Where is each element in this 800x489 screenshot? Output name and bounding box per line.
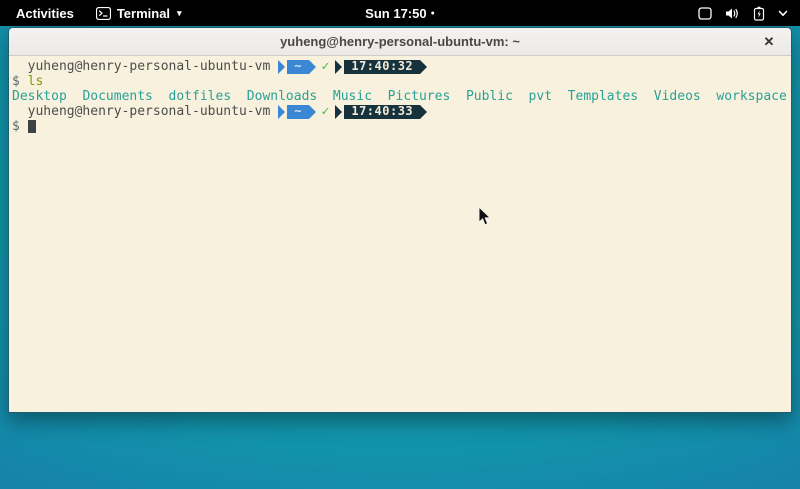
close-button[interactable]: ✕ bbox=[759, 32, 779, 52]
prompt-user: yuheng@henry-personal-ubuntu-vm bbox=[28, 104, 271, 119]
directory-name: Downloads bbox=[247, 89, 317, 104]
window-title: yuheng@henry-personal-ubuntu-vm: ~ bbox=[280, 34, 520, 49]
prompt-time: 17:40:32 bbox=[344, 60, 420, 74]
prompt-time: 17:40:33 bbox=[344, 105, 420, 119]
directory-name: Documents bbox=[82, 89, 152, 104]
terminal-icon bbox=[96, 7, 111, 20]
app-menu-button[interactable]: Terminal ▾ bbox=[96, 6, 182, 21]
directory-name: Templates bbox=[568, 89, 638, 104]
powerline-arrow-icon bbox=[278, 60, 285, 74]
powerline-arrow-icon bbox=[335, 60, 342, 74]
powerline-arrow-icon bbox=[309, 60, 316, 74]
text-cursor bbox=[28, 120, 36, 133]
app-menu-label: Terminal bbox=[117, 6, 170, 21]
directory-name: dotfiles bbox=[169, 89, 232, 104]
directory-name: Pictures bbox=[388, 89, 451, 104]
ls-output-line: Desktop Documents dotfiles Downloads Mus… bbox=[12, 89, 791, 104]
path-segment: ~ bbox=[278, 105, 315, 119]
prompt-line: yuheng@henry-personal-ubuntu-vm ~ ✓ 17:4… bbox=[12, 59, 791, 74]
directory-name: Videos bbox=[654, 89, 701, 104]
system-tray-button[interactable] bbox=[698, 0, 792, 26]
chevron-down-icon: ▾ bbox=[177, 8, 182, 19]
input-line: $ bbox=[12, 119, 791, 134]
title-bar[interactable]: yuheng@henry-personal-ubuntu-vm: ~ ✕ bbox=[9, 28, 791, 56]
status-check-icon: ✓ bbox=[322, 104, 330, 119]
powerline-arrow-icon bbox=[420, 105, 427, 119]
prompt-dollar: $ bbox=[12, 74, 20, 89]
top-bar: Activities Terminal ▾ Sun 17:50 ● bbox=[0, 0, 800, 26]
directory-name: Desktop bbox=[12, 89, 67, 104]
volume-icon bbox=[725, 7, 740, 20]
command-text: ls bbox=[28, 74, 44, 89]
directory-name: workspace bbox=[716, 89, 786, 104]
prompt-cwd: ~ bbox=[287, 105, 308, 119]
time-segment: 17:40:33 bbox=[335, 105, 427, 119]
prompt-dollar: $ bbox=[12, 119, 20, 134]
directory-name: Music bbox=[333, 89, 372, 104]
terminal-screen[interactable]: yuheng@henry-personal-ubuntu-vm ~ ✓ 17:4… bbox=[9, 56, 791, 413]
activities-button[interactable]: Activities bbox=[12, 4, 78, 23]
terminal-window: yuheng@henry-personal-ubuntu-vm: ~ ✕ yuh… bbox=[8, 27, 792, 413]
command-line: $ ls bbox=[12, 74, 791, 89]
powerline-arrow-icon bbox=[309, 105, 316, 119]
time-segment: 17:40:32 bbox=[335, 60, 427, 74]
clock-button[interactable]: Sun 17:50 ● bbox=[365, 6, 435, 21]
prompt-cwd: ~ bbox=[287, 60, 308, 74]
prompt-line: yuheng@henry-personal-ubuntu-vm ~ ✓ 17:4… bbox=[12, 104, 791, 119]
chevron-down-icon bbox=[778, 10, 788, 17]
prompt-user: yuheng@henry-personal-ubuntu-vm bbox=[28, 59, 271, 74]
notification-dot: ● bbox=[431, 10, 435, 17]
path-segment: ~ bbox=[278, 60, 315, 74]
top-bar-left: Activities Terminal ▾ bbox=[0, 4, 182, 23]
status-check-icon: ✓ bbox=[322, 59, 330, 74]
directory-name: pvt bbox=[529, 89, 552, 104]
battery-charging-icon bbox=[753, 6, 765, 21]
powerline-arrow-icon bbox=[278, 105, 285, 119]
powerline-arrow-icon bbox=[420, 60, 427, 74]
powerline-arrow-icon bbox=[335, 105, 342, 119]
directory-name: Public bbox=[466, 89, 513, 104]
display-icon bbox=[698, 7, 712, 20]
clock-label: Sun 17:50 bbox=[365, 6, 426, 21]
